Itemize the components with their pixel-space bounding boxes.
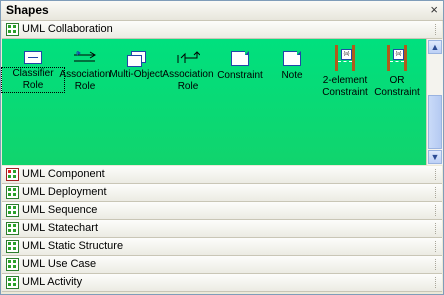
stencil-icon (6, 204, 19, 217)
section-label: UML Sequence (22, 204, 98, 216)
stencil-icon (6, 23, 19, 36)
association-role-icon (73, 50, 97, 65)
grip-handle (435, 223, 438, 234)
shape-label: Role (177, 81, 199, 92)
shape-or-constraint[interactable]: {a} OR Constraint (366, 45, 428, 99)
vertical-scrollbar[interactable]: ▲ ▼ (426, 39, 443, 165)
shape-label: Constraint (322, 87, 368, 98)
association-role-2-icon (176, 51, 201, 65)
title-bar: Shapes × (1, 1, 443, 21)
grip-handle (435, 205, 438, 216)
grip-handle (435, 259, 438, 270)
section-uml-activity[interactable]: UML Activity (2, 274, 442, 292)
shape-label: Role (74, 81, 96, 92)
shapes-palette: Classifier Role Association Role Multi-Obj… (1, 39, 428, 165)
stencil-icon (6, 222, 19, 235)
shapes-window: Shapes × UML Collaboration Classifier Rol… (0, 0, 444, 295)
grip-handle (435, 169, 438, 180)
or-constraint-icon: {a} (387, 45, 407, 71)
section-uml-component[interactable]: UML Component (2, 166, 442, 184)
multi-object-icon (127, 51, 146, 67)
scroll-thumb[interactable] (428, 95, 442, 149)
stencil-icon (6, 186, 19, 199)
shape-label: Association (162, 69, 214, 80)
shape-label: Classifier (12, 68, 54, 79)
scroll-up-icon[interactable]: ▲ (428, 40, 442, 54)
stencil-icon (6, 258, 19, 271)
section-label: UML Activity (22, 276, 83, 288)
grip-handle (435, 241, 438, 252)
section-label: UML Static Structure (22, 240, 124, 252)
stencil-icon (6, 168, 19, 181)
two-element-constraint-icon: {a} (335, 45, 355, 71)
grip-handle (435, 187, 438, 198)
section-uml-sequence[interactable]: UML Sequence (2, 202, 442, 220)
close-icon[interactable]: × (430, 2, 438, 17)
shape-label: OR (389, 75, 405, 86)
section-label: UML Component (22, 168, 105, 180)
scroll-down-icon[interactable]: ▼ (428, 150, 442, 164)
section-uml-statechart[interactable]: UML Statechart (2, 220, 442, 238)
section-label: UML Deployment (22, 186, 107, 198)
section-label: UML Collaboration (22, 23, 113, 35)
shape-label: Constraint (374, 87, 420, 98)
classifier-role-icon (24, 51, 42, 64)
shape-label: Association (59, 69, 111, 80)
section-uml-collaboration[interactable]: UML Collaboration (2, 21, 442, 39)
section-uml-static-structure[interactable]: UML Static Structure (2, 238, 442, 256)
stencil-icon (6, 276, 19, 289)
window-title: Shapes (6, 3, 49, 17)
section-label: UML Statechart (22, 222, 99, 234)
shape-label: Role (22, 80, 44, 91)
grip-handle (435, 277, 438, 288)
stencil-icon (6, 240, 19, 253)
section-label: UML Use Case (22, 258, 97, 270)
section-uml-deployment[interactable]: UML Deployment (2, 184, 442, 202)
shape-label: 2-element (322, 75, 368, 86)
constraint-icon (231, 51, 249, 66)
grip-handle (435, 24, 438, 35)
note-icon (283, 51, 301, 66)
section-uml-use-case[interactable]: UML Use Case (2, 256, 442, 274)
